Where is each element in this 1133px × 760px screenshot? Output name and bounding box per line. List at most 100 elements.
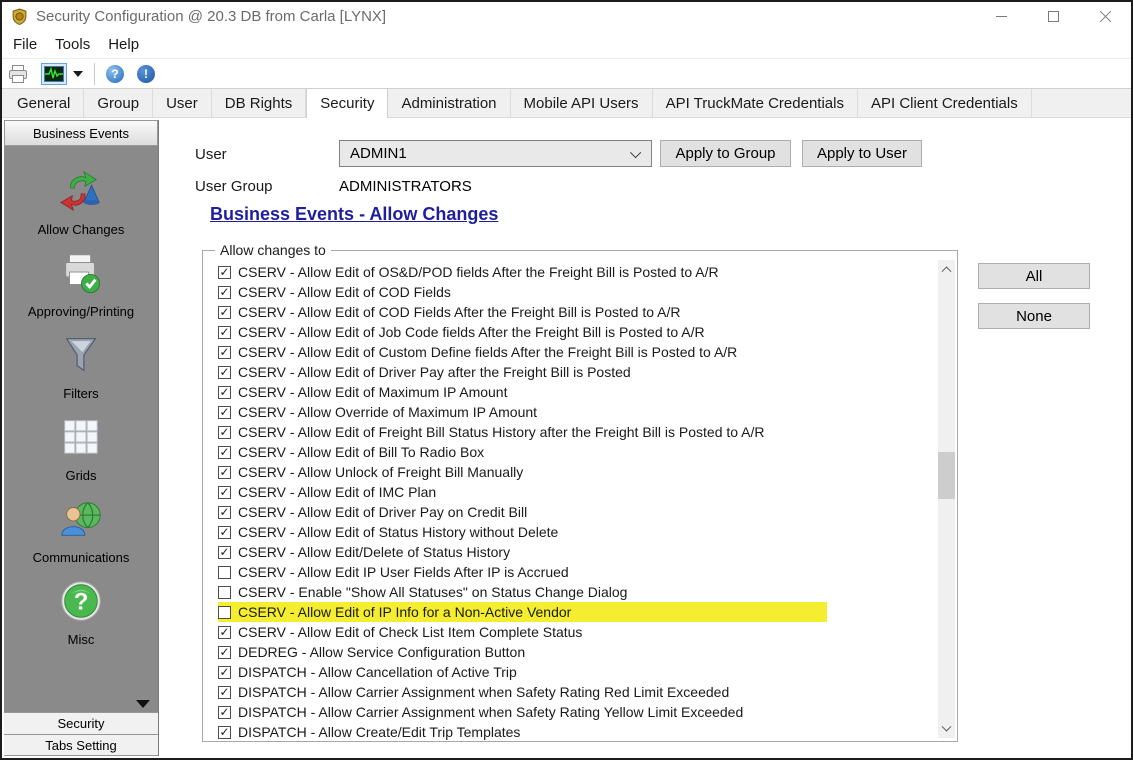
checkbox-checked-icon[interactable] xyxy=(218,366,231,379)
checkbox-checked-icon[interactable] xyxy=(218,706,231,719)
apply-to-user-button[interactable]: Apply to User xyxy=(802,140,922,167)
checklist-item[interactable]: CSERV - Allow Edit of Bill To Radio Box xyxy=(218,442,933,462)
checklist-item[interactable]: CSERV - Enable "Show All Statuses" on St… xyxy=(218,582,933,602)
checkbox-checked-icon[interactable] xyxy=(218,466,231,479)
tab-db-rights[interactable]: DB Rights xyxy=(212,89,307,117)
checkbox-checked-icon[interactable] xyxy=(218,526,231,539)
checklist-item[interactable]: CSERV - Allow Edit of Custom Define fiel… xyxy=(218,342,933,362)
sidebar-item-misc[interactable]: ?Misc xyxy=(28,578,134,647)
checklist-item[interactable]: CSERV - Allow Edit/Delete of Status Hist… xyxy=(218,542,933,562)
checklist-item-highlighted[interactable]: CSERV - Allow Edit of IP Info for a Non-… xyxy=(218,602,933,622)
menu-help[interactable]: Help xyxy=(99,31,148,58)
sidebar-button-security[interactable]: Security xyxy=(4,712,158,734)
checklist-item[interactable]: CSERV - Allow Edit of OS&D/POD fields Af… xyxy=(218,262,933,282)
tab-administration[interactable]: Administration xyxy=(388,89,510,117)
checklist-item-label: CSERV - Allow Edit of Driver Pay after t… xyxy=(238,364,631,380)
checklist-item[interactable]: CSERV - Allow Edit of IMC Plan xyxy=(218,482,933,502)
tab-mobile-api-users[interactable]: Mobile API Users xyxy=(511,89,653,117)
sidebar-item-label: Grids xyxy=(65,468,96,483)
funnel-icon[interactable] xyxy=(58,332,104,378)
apply-to-group-button[interactable]: Apply to Group xyxy=(660,140,791,167)
checklist-item[interactable]: CSERV - Allow Unlock of Freight Bill Man… xyxy=(218,462,933,482)
menu-file[interactable]: File xyxy=(4,31,46,58)
checklist-item[interactable]: DISPATCH - Allow Create/Edit Trip Templa… xyxy=(218,722,933,740)
menu-tools[interactable]: Tools xyxy=(46,31,99,58)
checkbox-checked-icon[interactable] xyxy=(218,326,231,339)
grid-icon[interactable] xyxy=(58,414,104,460)
checkbox-checked-icon[interactable] xyxy=(218,726,231,739)
checklist-item[interactable]: CSERV - Allow Edit of Driver Pay on Cred… xyxy=(218,502,933,522)
maximize-icon[interactable] xyxy=(1027,2,1079,31)
user-combobox[interactable]: ADMIN1 xyxy=(339,140,652,167)
sidebar-item-filters[interactable]: Filters xyxy=(28,332,134,401)
checkbox-checked-icon[interactable] xyxy=(218,506,231,519)
checklist-item[interactable]: DISPATCH - Allow Cancellation of Active … xyxy=(218,662,933,682)
checklist-item[interactable]: CSERV - Allow Edit of Maximum IP Amount xyxy=(218,382,933,402)
checklist-item[interactable]: DEDREG - Allow Service Configuration But… xyxy=(218,642,933,662)
tab-user[interactable]: User xyxy=(153,89,212,117)
checklist-item-label: DISPATCH - Allow Carrier Assignment when… xyxy=(238,704,743,720)
scrollbar-thumb[interactable] xyxy=(938,452,955,499)
vertical-scrollbar[interactable] xyxy=(938,260,955,738)
sidebar-item-grids[interactable]: Grids xyxy=(28,414,134,483)
dropdown-caret-icon[interactable] xyxy=(73,71,83,77)
all-button[interactable]: All xyxy=(978,263,1090,289)
checklist-item[interactable]: CSERV - Allow Edit of Job Code fields Af… xyxy=(218,322,933,342)
checklist-item-label: CSERV - Allow Edit of Driver Pay on Cred… xyxy=(238,504,527,520)
checkbox-checked-icon[interactable] xyxy=(218,426,231,439)
close-icon[interactable] xyxy=(1079,2,1131,31)
info-icon[interactable]: ! xyxy=(137,65,155,83)
checkbox-checked-icon[interactable] xyxy=(218,686,231,699)
checkbox-checked-icon[interactable] xyxy=(218,446,231,459)
sidebar-header-business-events[interactable]: Business Events xyxy=(4,120,158,146)
checkbox-checked-icon[interactable] xyxy=(218,546,231,559)
print-icon[interactable] xyxy=(7,64,29,84)
checklist-item[interactable]: CSERV - Allow Edit of Check List Item Co… xyxy=(218,622,933,642)
tab-group[interactable]: Group xyxy=(84,89,153,117)
scrollbar-up-icon[interactable] xyxy=(938,260,955,277)
checklist-item[interactable]: CSERV - Allow Edit of COD Fields After t… xyxy=(218,302,933,322)
tab-api-truckmate-credentials[interactable]: API TruckMate Credentials xyxy=(653,89,858,117)
person-globe-icon[interactable] xyxy=(58,496,104,542)
minimize-icon[interactable] xyxy=(975,2,1027,31)
checkbox-checked-icon[interactable] xyxy=(218,646,231,659)
checklist-item[interactable]: DISPATCH - Allow Carrier Assignment when… xyxy=(218,682,933,702)
checkbox-checked-icon[interactable] xyxy=(218,286,231,299)
checklist-item[interactable]: CSERV - Allow Edit of COD Fields xyxy=(218,282,933,302)
help-icon[interactable]: ? xyxy=(106,65,124,83)
checkbox-checked-icon[interactable] xyxy=(218,346,231,359)
allow-changes-icon[interactable] xyxy=(58,168,104,214)
checklist-item[interactable]: CSERV - Allow Edit IP User Fields After … xyxy=(218,562,933,582)
sidebar-button-tabs-setting[interactable]: Tabs Setting xyxy=(4,734,158,756)
question-icon[interactable]: ? xyxy=(58,578,104,624)
tab-api-client-credentials[interactable]: API Client Credentials xyxy=(858,89,1032,117)
tab-general[interactable]: General xyxy=(4,89,84,117)
checklist-item[interactable]: CSERV - Allow Override of Maximum IP Amo… xyxy=(218,402,933,422)
none-button[interactable]: None xyxy=(978,303,1090,329)
checklist-item[interactable]: CSERV - Allow Edit of Status History wit… xyxy=(218,522,933,542)
scroll-down-icon[interactable] xyxy=(136,700,150,708)
checklist-item[interactable]: DISPATCH - Allow Carrier Assignment when… xyxy=(218,702,933,722)
checkbox-checked-icon[interactable] xyxy=(218,486,231,499)
sidebar-item-communications[interactable]: Communications xyxy=(28,496,134,565)
checklist-item-label: CSERV - Allow Edit of COD Fields After t… xyxy=(238,304,680,320)
checkbox-unchecked-icon[interactable] xyxy=(218,606,231,619)
scrollbar-down-icon[interactable] xyxy=(938,721,955,738)
tab-security[interactable]: Security xyxy=(306,88,388,118)
sidebar-item-approving-printing[interactable]: Approving/Printing xyxy=(28,250,134,319)
checklist-item-label: CSERV - Allow Edit of Job Code fields Af… xyxy=(238,324,705,340)
checklist-item[interactable]: CSERV - Allow Edit of Freight Bill Statu… xyxy=(218,422,933,442)
checklist-item-label: CSERV - Allow Edit IP User Fields After … xyxy=(238,564,569,580)
checkbox-checked-icon[interactable] xyxy=(218,266,231,279)
checkbox-checked-icon[interactable] xyxy=(218,306,231,319)
sidebar-item-allow-changes[interactable]: Allow Changes xyxy=(28,168,134,237)
checklist-item[interactable]: CSERV - Allow Edit of Driver Pay after t… xyxy=(218,362,933,382)
checkbox-checked-icon[interactable] xyxy=(218,386,231,399)
checkbox-unchecked-icon[interactable] xyxy=(218,566,231,579)
printer-check-icon[interactable] xyxy=(58,250,104,296)
checkbox-checked-icon[interactable] xyxy=(218,626,231,639)
checkbox-checked-icon[interactable] xyxy=(218,666,231,679)
checkbox-checked-icon[interactable] xyxy=(218,406,231,419)
checkbox-unchecked-icon[interactable] xyxy=(218,586,231,599)
monitor-activity-icon[interactable] xyxy=(41,63,67,85)
